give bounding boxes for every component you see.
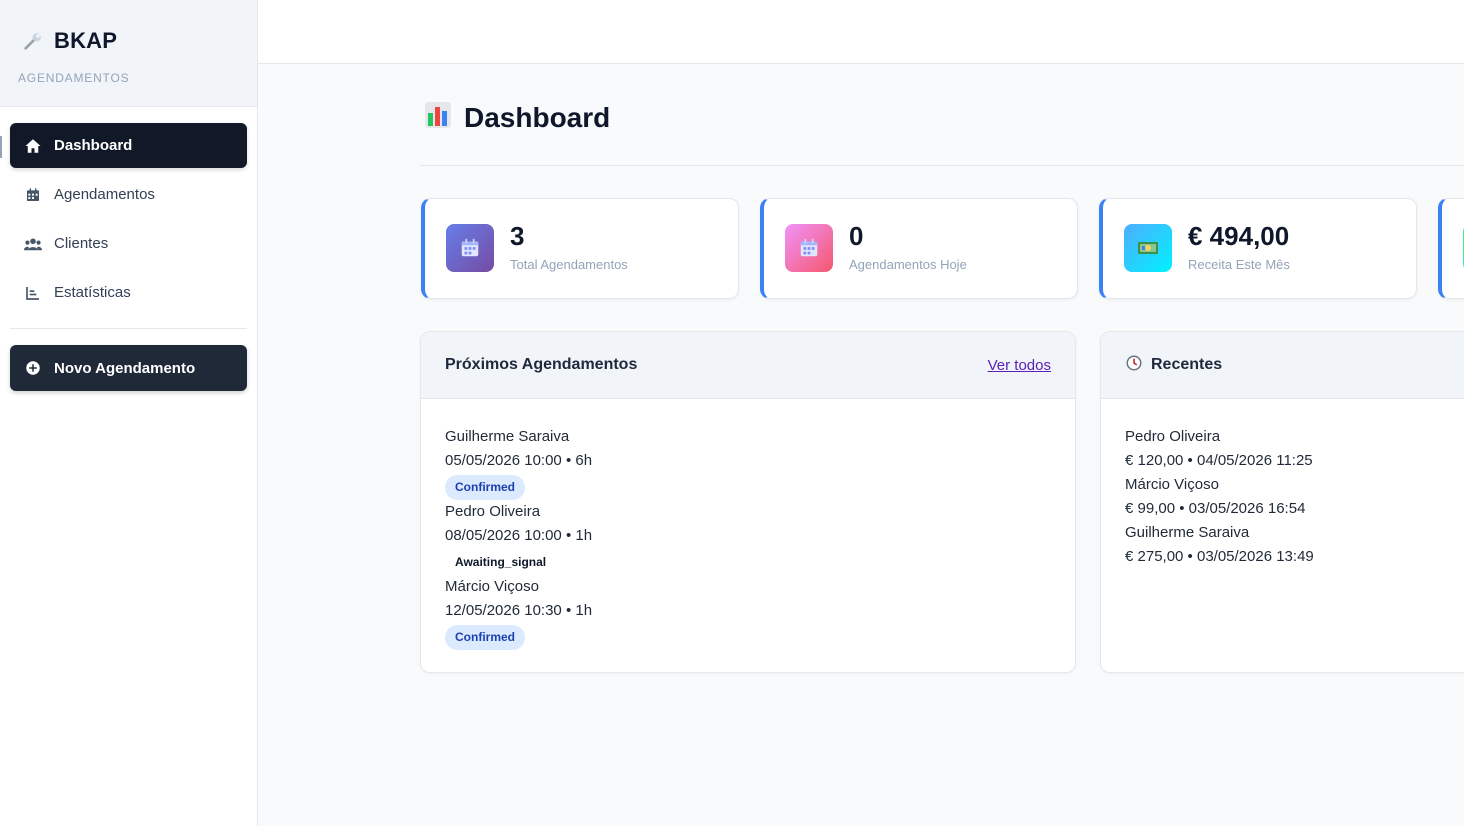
home-icon — [24, 137, 42, 155]
sidebar-item-label: Dashboard — [54, 137, 133, 154]
appointment-client: Guilherme Saraiva — [445, 428, 570, 445]
page-header: Dashboard — [424, 101, 610, 134]
recent-detail: € 99,00 • 03/05/2026 16:54 — [1125, 500, 1306, 517]
brand-header: BKAP AGENDAMENTOS — [0, 0, 257, 107]
list-item[interactable]: Pedro Oliveira 08/05/2026 10:00 • 1h Awa… — [445, 500, 1051, 575]
stat-label: Total Agendamentos — [510, 257, 628, 272]
recent-client: Pedro Oliveira — [1125, 428, 1221, 445]
upcoming-header: Próximos Agendamentos Ver todos — [421, 332, 1075, 399]
upcoming-panel: Próximos Agendamentos Ver todos Guilherm… — [420, 331, 1076, 673]
upcoming-list: Guilherme Saraiva 05/05/2026 10:00 • 6h … — [421, 399, 1075, 650]
appointment-client: Pedro Oliveira — [445, 503, 541, 520]
bar-chart-icon — [424, 101, 452, 134]
sidebar-item-estatisticas[interactable]: Estatísticas — [10, 270, 247, 315]
sidebar: BKAP AGENDAMENTOS Dashboard Agendamentos… — [0, 0, 258, 826]
page-title: Dashboard — [464, 101, 611, 133]
appointment-client: Márcio Viçoso — [445, 578, 539, 595]
stat-card-partial — [1438, 198, 1464, 299]
recent-detail: € 275,00 • 03/05/2026 13:49 — [1125, 548, 1314, 565]
sidebar-item-clientes[interactable]: Clientes — [10, 221, 247, 266]
users-icon — [24, 235, 42, 253]
sidebar-item-label: Clientes — [54, 235, 109, 252]
stat-card-revenue: € 494,00 Receita Este Mês — [1099, 198, 1417, 299]
list-item[interactable]: Márcio Viçoso 12/05/2026 10:30 • 1h Conf… — [445, 575, 1051, 650]
list-item[interactable]: Pedro Oliveira € 120,00 • 04/05/2026 11:… — [1125, 425, 1464, 473]
stat-card-total: 3 Total Agendamentos — [421, 198, 739, 299]
brand-subtitle: AGENDAMENTOS — [18, 71, 130, 85]
recent-client: Guilherme Saraiva — [1125, 524, 1250, 541]
stat-value: € 494,00 — [1188, 221, 1290, 251]
status-badge: Confirmed — [445, 475, 525, 500]
status-badge: Confirmed — [445, 625, 525, 650]
calendar-icon — [24, 186, 42, 204]
new-appointment-label: Novo Agendamento — [54, 359, 196, 377]
recent-panel: Recentes Pedro Oliveira € 120,00 • 04/05… — [1100, 331, 1464, 673]
stat-value: 0 — [849, 221, 864, 251]
sidebar-item-label: Estatísticas — [54, 284, 131, 301]
plus-circle-icon — [24, 359, 42, 377]
new-appointment-button[interactable]: Novo Agendamento — [10, 345, 247, 391]
sidebar-item-agendamentos[interactable]: Agendamentos — [10, 172, 247, 217]
active-indicator — [0, 136, 2, 158]
appointment-time: 08/05/2026 10:00 • 1h — [445, 527, 593, 544]
list-item[interactable]: Márcio Viçoso € 99,00 • 03/05/2026 16:54 — [1125, 473, 1464, 521]
chart-icon — [24, 284, 42, 302]
top-bar — [258, 0, 1464, 64]
status-badge: Awaiting_signal — [455, 555, 547, 569]
recent-title: Recentes — [1151, 356, 1223, 373]
list-item[interactable]: Guilherme Saraiva € 275,00 • 03/05/2026 … — [1125, 521, 1464, 569]
wrench-icon — [22, 30, 44, 52]
calendar-icon — [446, 224, 494, 272]
brand-title: BKAP — [54, 28, 118, 53]
stat-card-today: 0 Agendamentos Hoje — [760, 198, 1078, 299]
stat-label: Agendamentos Hoje — [849, 257, 967, 272]
recent-header: Recentes — [1101, 332, 1464, 399]
recent-detail: € 120,00 • 04/05/2026 11:25 — [1125, 452, 1313, 469]
appointment-time: 05/05/2026 10:00 • 6h — [445, 452, 593, 469]
calendar-icon — [785, 224, 833, 272]
appointment-time: 12/05/2026 10:30 • 1h — [445, 602, 593, 619]
sidebar-item-label: Agendamentos — [54, 186, 155, 203]
view-all-link[interactable]: Ver todos — [988, 357, 1051, 374]
sidebar-item-dashboard[interactable]: Dashboard — [10, 123, 247, 168]
title-divider — [420, 165, 1464, 166]
stat-value: 3 — [510, 221, 525, 251]
stat-label: Receita Este Mês — [1188, 257, 1290, 272]
money-icon — [1124, 224, 1172, 272]
sidebar-nav: Dashboard Agendamentos Clientes Estatíst… — [0, 107, 257, 391]
list-item[interactable]: Guilherme Saraiva 05/05/2026 10:00 • 6h … — [445, 425, 1051, 500]
recent-list: Pedro Oliveira € 120,00 • 04/05/2026 11:… — [1101, 399, 1464, 569]
nav-divider — [10, 328, 247, 329]
upcoming-title: Próximos Agendamentos — [445, 356, 638, 373]
recent-client: Márcio Viçoso — [1125, 476, 1219, 493]
clock-icon — [1125, 354, 1143, 377]
